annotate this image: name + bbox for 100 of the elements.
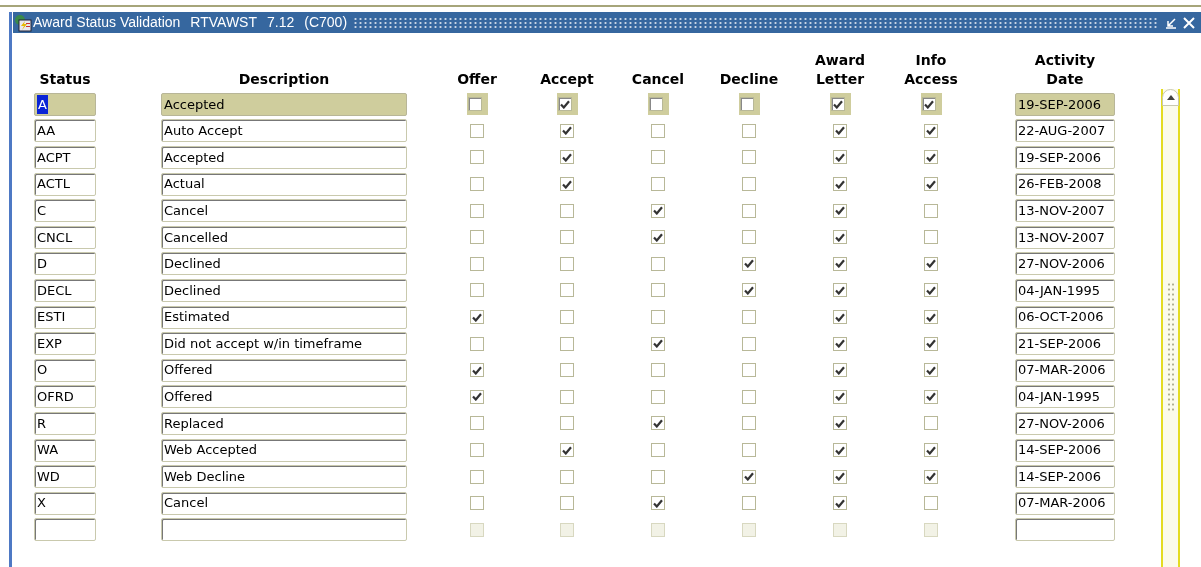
checkbox[interactable] — [470, 177, 484, 192]
checkbox[interactable] — [470, 123, 484, 138]
checkbox[interactable] — [833, 389, 847, 404]
checkbox[interactable] — [470, 230, 484, 245]
checkbox[interactable] — [560, 230, 574, 245]
checkbox[interactable] — [557, 97, 572, 112]
text-field[interactable]: Accepted — [161, 146, 407, 169]
checkbox[interactable] — [833, 363, 847, 378]
checkbox[interactable] — [560, 283, 574, 298]
checkbox[interactable] — [651, 203, 665, 218]
checkbox[interactable] — [833, 123, 847, 138]
text-field[interactable]: 14-SEP-2006 — [1015, 465, 1115, 489]
checkbox[interactable] — [470, 496, 484, 511]
text-field[interactable]: Declined — [161, 252, 407, 276]
checkbox[interactable] — [833, 336, 847, 351]
checkbox[interactable] — [560, 310, 574, 325]
checkbox[interactable] — [742, 256, 756, 271]
text-field[interactable]: Declined — [161, 278, 407, 302]
text-field[interactable]: X — [34, 491, 96, 515]
checkbox[interactable] — [742, 389, 756, 404]
text-field[interactable]: 21-SEP-2006 — [1015, 332, 1115, 356]
checkbox[interactable] — [470, 416, 484, 431]
checkbox[interactable] — [924, 203, 938, 218]
checkbox[interactable] — [742, 230, 756, 245]
checkbox[interactable] — [742, 150, 756, 165]
text-field[interactable]: WA — [34, 438, 96, 462]
checkbox[interactable] — [470, 389, 484, 404]
checkbox[interactable] — [560, 123, 574, 138]
text-field[interactable] — [1015, 518, 1115, 542]
text-field[interactable]: Cancel — [161, 491, 407, 515]
checkbox[interactable] — [560, 203, 574, 218]
checkbox[interactable] — [833, 177, 847, 192]
text-field[interactable]: 06-OCT-2006 — [1015, 305, 1115, 329]
text-field[interactable]: DECL — [34, 278, 96, 302]
checkbox[interactable] — [651, 283, 665, 298]
text-field[interactable]: Auto Accept — [161, 119, 407, 143]
text-field[interactable]: Replaced — [161, 411, 407, 435]
checkbox[interactable] — [651, 123, 665, 138]
close-icon[interactable] — [1183, 16, 1195, 29]
checkbox[interactable] — [651, 416, 665, 431]
checkbox[interactable] — [651, 177, 665, 192]
checkbox[interactable] — [470, 203, 484, 218]
text-field[interactable]: Did not accept w/in timeframe — [161, 332, 407, 356]
text-field[interactable]: 04-JAN-1995 — [1015, 385, 1115, 409]
text-field[interactable]: 19-SEP-2006 — [1015, 92, 1115, 116]
checkbox[interactable] — [742, 336, 756, 351]
checkbox[interactable] — [924, 256, 938, 271]
checkbox[interactable] — [833, 443, 847, 457]
checkbox[interactable] — [924, 150, 938, 165]
checkbox[interactable] — [560, 416, 574, 431]
checkbox[interactable] — [651, 496, 665, 511]
checkbox[interactable] — [560, 469, 574, 484]
checkbox[interactable] — [742, 283, 756, 298]
checkbox[interactable] — [833, 310, 847, 325]
checkbox[interactable] — [833, 469, 847, 484]
scrollbar[interactable] — [1161, 89, 1180, 567]
checkbox[interactable] — [560, 363, 574, 378]
checkbox[interactable] — [651, 230, 665, 245]
checkbox[interactable] — [833, 150, 847, 165]
checkbox[interactable] — [648, 97, 663, 112]
checkbox[interactable] — [742, 177, 756, 192]
checkbox[interactable] — [833, 416, 847, 431]
checkbox[interactable] — [921, 97, 936, 112]
checkbox[interactable] — [833, 203, 847, 218]
checkbox[interactable] — [742, 363, 756, 378]
text-field[interactable]: D — [34, 252, 96, 276]
text-field[interactable]: 26-FEB-2008 — [1015, 172, 1115, 196]
text-field[interactable]: AA — [34, 119, 96, 143]
checkbox[interactable] — [833, 496, 847, 511]
checkbox[interactable] — [560, 177, 574, 192]
text-field[interactable]: Actual — [161, 172, 407, 196]
text-field[interactable]: A — [34, 92, 96, 116]
checkbox[interactable] — [651, 336, 665, 351]
checkbox[interactable] — [651, 310, 665, 325]
text-field[interactable]: Offered — [161, 358, 407, 382]
checkbox[interactable] — [833, 256, 847, 271]
text-field[interactable]: Web Decline — [161, 465, 407, 489]
checkbox[interactable] — [470, 443, 484, 457]
checkbox[interactable] — [470, 150, 484, 165]
checkbox[interactable] — [830, 97, 845, 112]
checkbox[interactable] — [924, 496, 938, 511]
text-field[interactable]: WD — [34, 465, 96, 489]
text-field[interactable]: 14-SEP-2006 — [1015, 438, 1115, 462]
text-field[interactable]: CNCL — [34, 225, 96, 249]
checkbox[interactable] — [833, 283, 847, 298]
text-field[interactable]: 07-MAR-2006 — [1015, 358, 1115, 382]
checkbox[interactable] — [742, 443, 756, 457]
checkbox[interactable] — [467, 97, 482, 112]
scroll-up-button[interactable] — [1162, 89, 1179, 106]
checkbox[interactable] — [470, 363, 484, 378]
checkbox[interactable] — [651, 443, 665, 457]
checkbox[interactable] — [742, 123, 756, 138]
checkbox[interactable] — [924, 177, 938, 192]
checkbox[interactable] — [560, 496, 574, 511]
checkbox[interactable] — [924, 416, 938, 431]
checkbox[interactable] — [924, 310, 938, 325]
checkbox[interactable] — [924, 230, 938, 245]
checkbox[interactable] — [924, 336, 938, 351]
text-field[interactable]: Offered — [161, 385, 407, 409]
checkbox[interactable] — [742, 496, 756, 511]
